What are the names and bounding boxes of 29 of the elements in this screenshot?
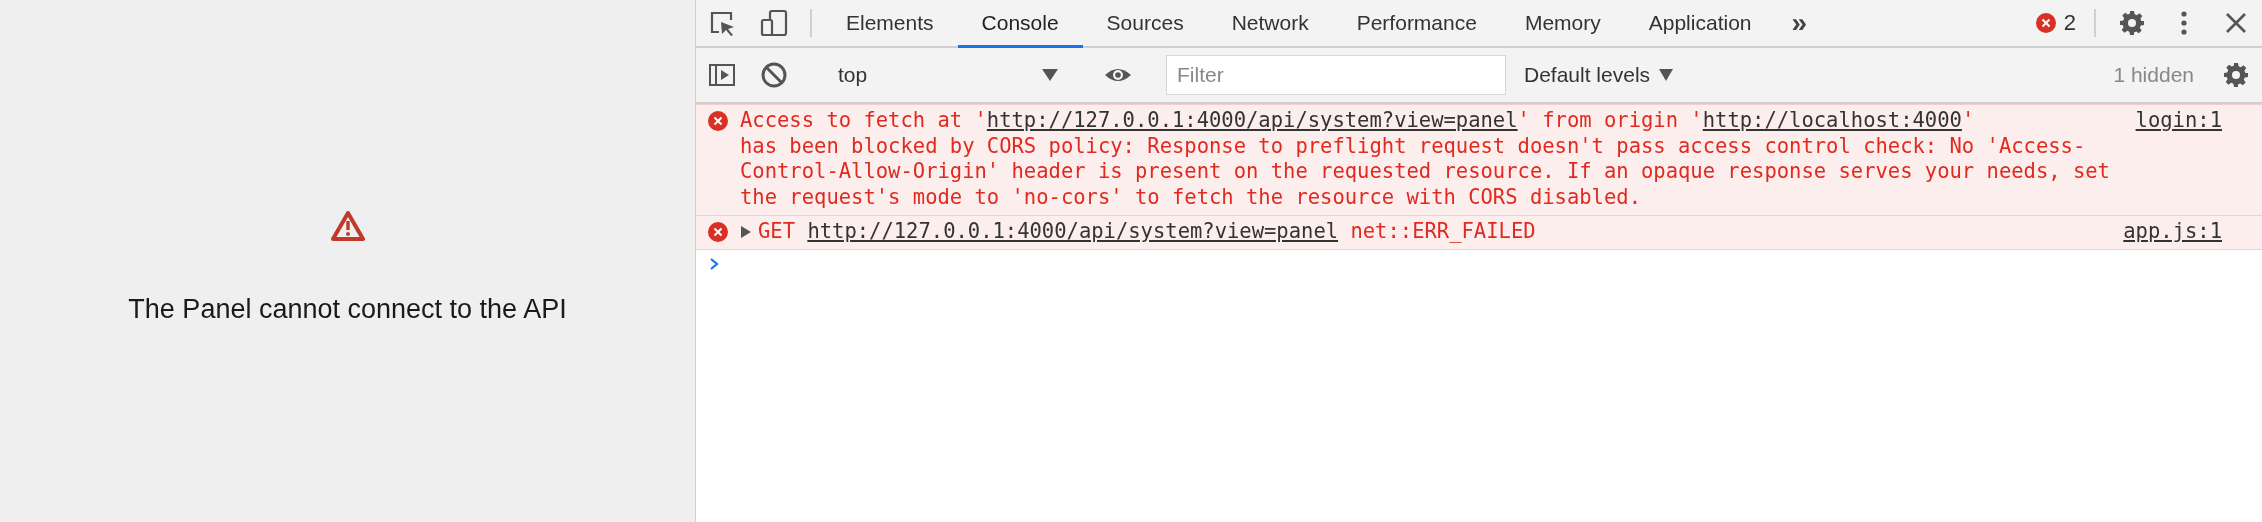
source-link[interactable]: login:1 — [2135, 108, 2222, 134]
url-link[interactable]: http://127.0.0.1:4000/api/system?view=panel — [807, 218, 1339, 243]
panel-tab[interactable]: Network — [1207, 0, 1333, 48]
panel-tab[interactable]: Elements — [822, 0, 958, 48]
hidden-count: 1 hidden — [2112, 63, 2195, 87]
error-count: 2 — [2063, 10, 2076, 36]
warning-icon — [330, 210, 365, 242]
console-message: Access to fetch at 'http://127.0.0.1:4000/api/system?view=panel' from origin 'http://localhost:4000' has been blocked by CORS policy: Response to preflight request doesn't pass access control check: No 'Access- Control-Allow-Origin' header is present on the requested resource. If an opaque response serves your needs, set the request's mode to 'no-cors' to fetch the resource with CORS disabled. — [740, 108, 2111, 211]
context-dropdown[interactable]: top — [822, 55, 1070, 95]
source-link[interactable]: app.js:1 — [2123, 218, 2222, 245]
error-icon — [708, 221, 728, 242]
error-message: The Panel cannot connect to the API — [128, 294, 567, 325]
filter-field[interactable]: Filter — [1166, 55, 1506, 95]
error-counter[interactable]: 2 — [2027, 0, 2084, 46]
panel-tab[interactable]: Sources — [1082, 0, 1208, 48]
panel-tab[interactable]: Memory — [1500, 0, 1625, 48]
more-tabs-button[interactable]: » — [1775, 0, 1824, 46]
expand-triangle-icon[interactable] — [740, 224, 752, 239]
panel-tab[interactable]: Application — [1624, 0, 1776, 48]
levels-dropdown[interactable]: Default levels — [1506, 55, 1693, 95]
url-link[interactable]: http://localhost:4000 — [1702, 108, 1962, 132]
prompt-chevron-icon — [708, 255, 720, 272]
error-icon — [2035, 13, 2056, 33]
console-message: GET http://127.0.0.1:4000/api/system?view=panel net::ERR_FAILED — [758, 218, 1537, 245]
url-link[interactable]: http://127.0.0.1:4000/api/system?view=panel — [986, 108, 1518, 132]
error-icon — [708, 111, 728, 131]
caret-icon — [1658, 69, 1675, 81]
caret-icon — [1042, 69, 1058, 81]
panel-tab[interactable]: Performance — [1332, 0, 1501, 48]
